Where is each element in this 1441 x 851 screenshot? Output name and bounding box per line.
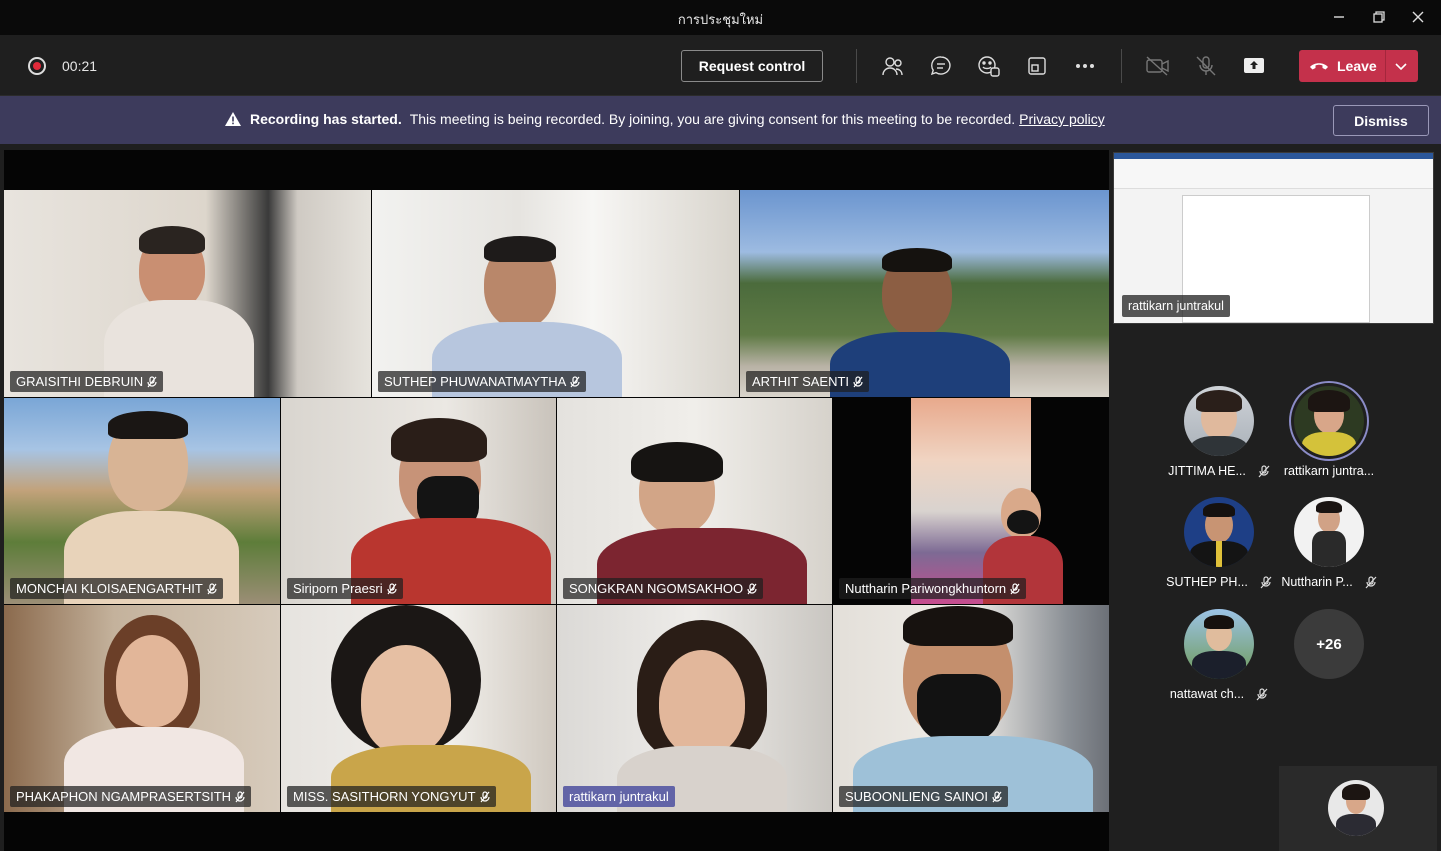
self-avatar <box>1328 780 1384 836</box>
participant-name: rattikarn juntra... <box>1283 464 1375 478</box>
minimize-icon[interactable] <box>1325 5 1353 29</box>
recording-title: Recording has started. <box>250 111 402 127</box>
participant-item[interactable]: SUTHEP PH... <box>1164 497 1274 589</box>
mic-icon <box>992 790 1002 803</box>
request-control-button[interactable]: Request control <box>681 50 823 82</box>
mic-icon <box>386 582 397 595</box>
mic-icon <box>853 375 863 388</box>
recording-banner: Recording has started. This meeting is b… <box>0 96 1441 144</box>
warning-icon <box>225 112 241 126</box>
mic-icon <box>747 582 757 595</box>
participant-name-tag: MISS. SASITHORN YONGYUT <box>287 786 496 807</box>
video-stage: GRAISITHI DEBRUIN SUTHEP PHUWANATMAYTHA … <box>4 150 1109 851</box>
video-tile[interactable]: ARTHIT SAENTI <box>740 190 1109 397</box>
chevron-down-icon[interactable] <box>1393 58 1409 74</box>
avatar <box>1184 497 1254 567</box>
share-tray-icon[interactable] <box>1024 54 1050 78</box>
toolbar-divider <box>1121 49 1122 83</box>
participant-item[interactable]: nattawat ch... <box>1164 609 1274 701</box>
restore-icon[interactable] <box>1365 5 1393 29</box>
participant-name-tag: SUBOONLIENG SAINOI <box>839 786 1009 807</box>
recording-message: Recording has started. This meeting is b… <box>224 111 1105 127</box>
window-title: การประชุมใหม่ <box>677 12 764 27</box>
participant-item[interactable]: JITTIMA HE... <box>1164 386 1274 478</box>
toolbar-divider <box>856 49 857 83</box>
video-tile[interactable]: Nuttharin Pariwongkhuntorn <box>833 398 1109 604</box>
call-toolbar: 00:21 Request control Leave <box>0 35 1441 96</box>
more-participants-button[interactable]: +26 <box>1274 609 1384 679</box>
mic-icon <box>147 375 157 388</box>
participant-name: nattawat ch... <box>1169 687 1245 701</box>
participant-name-tag: Siriporn Praesri <box>287 578 403 599</box>
recording-icon <box>28 57 46 75</box>
leave-label: Leave <box>1337 58 1377 74</box>
camera-off-icon[interactable] <box>1145 54 1171 78</box>
mic-off-icon <box>1260 575 1272 588</box>
participant-item[interactable]: Nuttharin P... <box>1274 497 1384 589</box>
participant-name: Nuttharin P... <box>1281 575 1353 589</box>
participant-item[interactable]: rattikarn juntra... <box>1274 386 1384 478</box>
reactions-icon[interactable] <box>976 54 1002 78</box>
screen-share-preview[interactable]: rattikarn juntrakul <box>1113 152 1434 324</box>
participant-name-tag: ARTHIT SAENTI <box>746 371 870 392</box>
mic-off-icon[interactable] <box>1193 54 1219 78</box>
privacy-policy-link[interactable]: Privacy policy <box>1019 111 1105 127</box>
mic-icon <box>479 790 490 803</box>
mic-icon <box>1010 582 1020 595</box>
close-icon[interactable] <box>1404 5 1432 29</box>
video-tile[interactable]: Siriporn Praesri <box>281 398 556 604</box>
participant-name-tag: MONCHAI KLOISAENGARTHIT <box>10 578 223 599</box>
mic-icon <box>570 375 580 388</box>
mic-icon <box>207 582 217 595</box>
avatar <box>1184 609 1254 679</box>
participant-rail: rattikarn juntrakul JITTIMA HE... rattik… <box>1109 150 1441 851</box>
more-options-icon[interactable] <box>1072 54 1098 78</box>
mic-off-icon <box>1256 687 1268 700</box>
avatar <box>1294 386 1364 456</box>
recording-text: This meeting is being recorded. By joini… <box>409 111 1016 127</box>
phone-hangup-icon <box>1310 63 1328 70</box>
video-tile[interactable]: SUBOONLIENG SAINOI <box>833 605 1109 812</box>
call-timer: 00:21 <box>62 58 98 74</box>
video-tile[interactable]: SUTHEP PHUWANATMAYTHA <box>372 190 739 397</box>
video-tile[interactable]: rattikarn juntrakul <box>557 605 832 812</box>
share-screen-icon[interactable] <box>1241 54 1267 78</box>
mic-icon <box>235 790 245 803</box>
video-tile[interactable]: MISS. SASITHORN YONGYUT <box>281 605 556 812</box>
video-tile[interactable]: MONCHAI KLOISAENGARTHIT <box>4 398 280 604</box>
presenter-name-tag: rattikarn juntrakul <box>1122 295 1230 317</box>
video-tile[interactable]: PHAKAPHON NGAMPRASERTSITH <box>4 605 280 812</box>
dismiss-button[interactable]: Dismiss <box>1333 105 1429 136</box>
more-participants-count: +26 <box>1294 609 1364 679</box>
avatar <box>1294 497 1364 567</box>
video-tile[interactable]: SONGKRAN NGOMSAKHOO <box>557 398 832 604</box>
video-tile[interactable]: GRAISITHI DEBRUIN <box>4 190 371 397</box>
participant-name-tag: SONGKRAN NGOMSAKHOO <box>563 578 764 599</box>
participant-name-tag: SUTHEP PHUWANATMAYTHA <box>378 371 587 392</box>
self-view[interactable] <box>1279 766 1437 851</box>
leave-button[interactable]: Leave <box>1299 50 1418 82</box>
title-bar: การประชุมใหม่ <box>0 0 1441 35</box>
participant-name-tag: GRAISITHI DEBRUIN <box>10 371 164 392</box>
participant-name: JITTIMA HE... <box>1168 464 1246 478</box>
people-icon[interactable] <box>880 54 906 78</box>
mic-off-icon <box>1258 464 1270 477</box>
avatar <box>1184 386 1254 456</box>
participant-name-tag: rattikarn juntrakul <box>563 786 675 807</box>
leave-divider <box>1385 50 1386 82</box>
participant-name: SUTHEP PH... <box>1166 575 1248 589</box>
participant-name-tag: PHAKAPHON NGAMPRASERTSITH <box>10 786 252 807</box>
shared-window-ribbon <box>1114 159 1433 189</box>
mic-off-icon <box>1365 575 1377 588</box>
chat-icon[interactable] <box>928 54 954 78</box>
participant-name-tag: Nuttharin Pariwongkhuntorn <box>839 578 1027 599</box>
